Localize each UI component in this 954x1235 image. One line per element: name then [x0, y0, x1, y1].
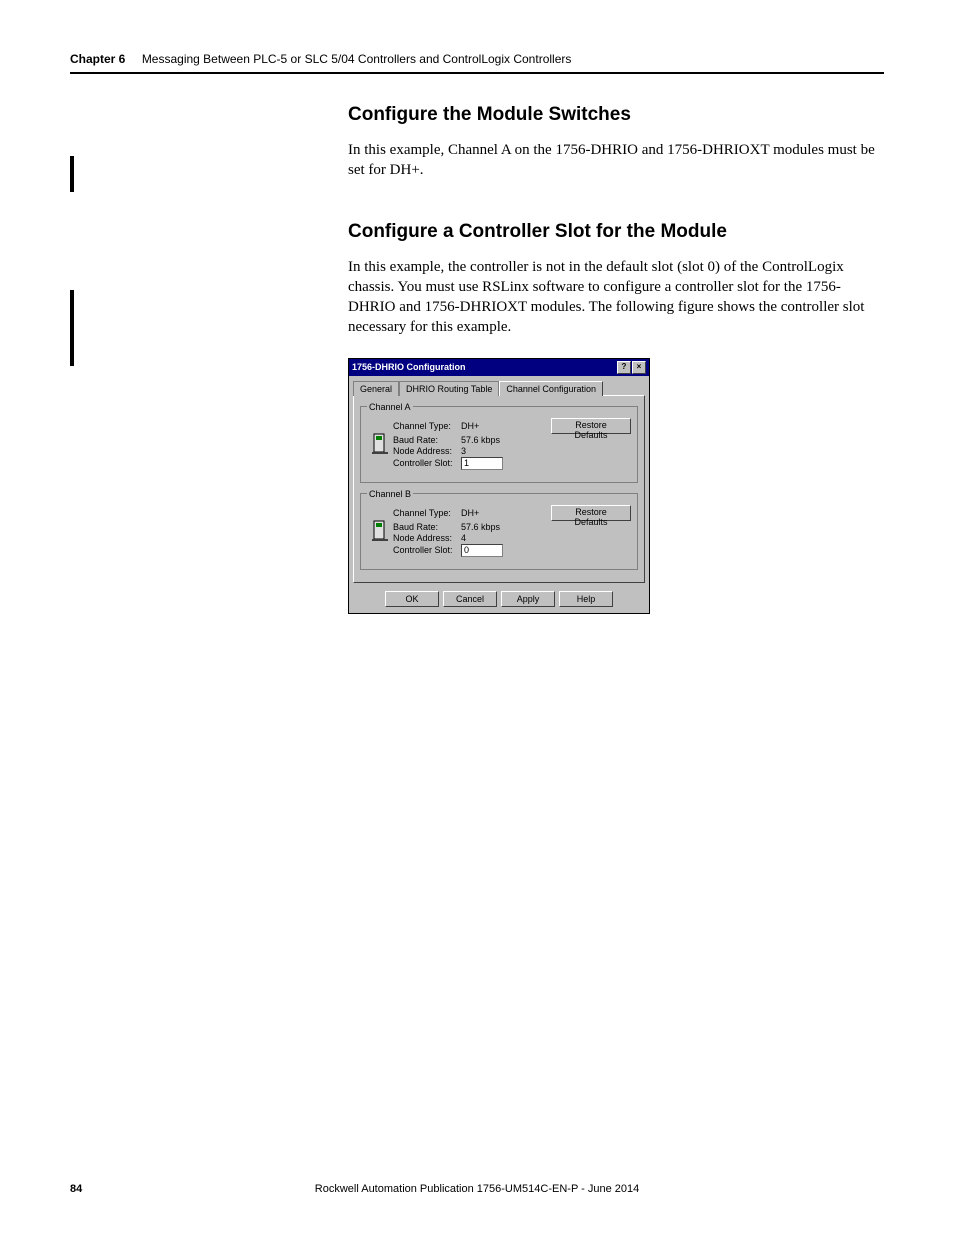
tab-channel-config[interactable]: Channel Configuration	[499, 381, 603, 396]
restore-defaults-button[interactable]: Restore Defaults	[551, 505, 631, 521]
publication-id: Rockwell Automation Publication 1756-UM5…	[315, 1183, 639, 1195]
value-baud-rate: 57.6 kbps	[461, 522, 521, 532]
help-button[interactable]: Help	[559, 591, 613, 607]
label-node-address: Node Address:	[393, 446, 461, 456]
channel-b-group: Channel B Channel Type:DH+ Restore Defau…	[360, 489, 638, 570]
help-icon[interactable]: ?	[617, 361, 631, 374]
ok-button[interactable]: OK	[385, 591, 439, 607]
body-paragraph: In this example, the controller is not i…	[348, 257, 878, 338]
body-paragraph: In this example, Channel A on the 1756-D…	[348, 140, 878, 181]
channel-b-legend: Channel B	[367, 489, 413, 499]
config-dialog: 1756-DHRIO Configuration ? × General DHR…	[348, 358, 650, 614]
tab-general[interactable]: General	[353, 381, 399, 396]
label-controller-slot: Controller Slot:	[393, 545, 461, 555]
change-bar	[70, 156, 74, 192]
restore-defaults-button[interactable]: Restore Defaults	[551, 418, 631, 434]
label-baud-rate: Baud Rate:	[393, 435, 461, 445]
chapter-title: Messaging Between PLC-5 or SLC 5/04 Cont…	[142, 52, 572, 66]
section-heading: Configure the Module Switches	[348, 104, 878, 126]
dialog-titlebar: 1756-DHRIO Configuration ? ×	[349, 359, 649, 376]
tab-routing[interactable]: DHRIO Routing Table	[399, 381, 499, 396]
channel-a-group: Channel A Channel Type:DH+ Restore Defau…	[360, 402, 638, 483]
value-channel-type: DH+	[461, 508, 521, 518]
module-icon	[367, 520, 393, 542]
value-node-address: 4	[461, 533, 521, 543]
value-baud-rate: 57.6 kbps	[461, 435, 521, 445]
change-bar	[70, 290, 74, 366]
section-heading: Configure a Controller Slot for the Modu…	[348, 221, 878, 243]
dialog-button-row: OK Cancel Apply Help	[349, 587, 649, 613]
tab-panel: Channel A Channel Type:DH+ Restore Defau…	[353, 395, 645, 583]
value-channel-type: DH+	[461, 421, 521, 431]
label-controller-slot: Controller Slot:	[393, 458, 461, 468]
close-icon[interactable]: ×	[632, 361, 646, 374]
dialog-title: 1756-DHRIO Configuration	[352, 362, 466, 372]
module-icon	[367, 433, 393, 455]
channel-a-legend: Channel A	[367, 402, 413, 412]
page-header: Chapter 6 Messaging Between PLC-5 or SLC…	[70, 50, 884, 74]
controller-slot-input[interactable]	[461, 457, 503, 470]
controller-slot-input[interactable]	[461, 544, 503, 557]
label-baud-rate: Baud Rate:	[393, 522, 461, 532]
value-node-address: 3	[461, 446, 521, 456]
page-number: 84	[70, 1183, 82, 1195]
apply-button[interactable]: Apply	[501, 591, 555, 607]
page-footer: 84 Rockwell Automation Publication 1756-…	[70, 1183, 884, 1195]
tab-strip: General DHRIO Routing Table Channel Conf…	[349, 376, 649, 395]
cancel-button[interactable]: Cancel	[443, 591, 497, 607]
chapter-label: Chapter 6	[70, 52, 125, 66]
label-channel-type: Channel Type:	[393, 508, 461, 518]
label-channel-type: Channel Type:	[393, 421, 461, 431]
label-node-address: Node Address:	[393, 533, 461, 543]
